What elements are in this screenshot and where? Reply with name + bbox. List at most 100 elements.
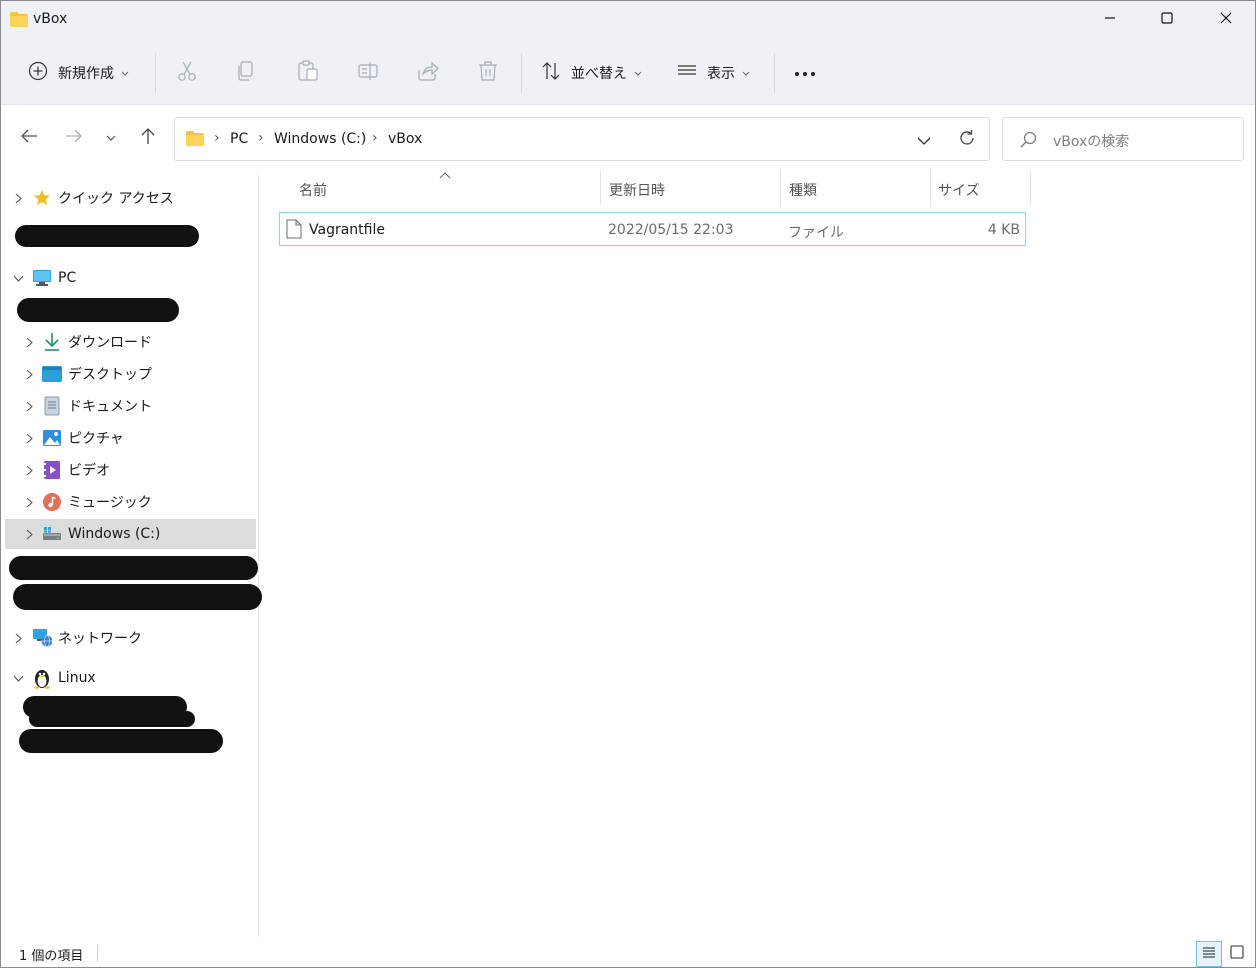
close-button[interactable] (1197, 1, 1255, 39)
breadcrumb-chevron-icon: › (258, 130, 264, 146)
column-header-label: サイズ (938, 183, 980, 199)
column-header-type[interactable]: 種類 (789, 171, 929, 205)
drive-icon (42, 524, 62, 544)
sort-icon (541, 61, 561, 85)
back-button[interactable] (17, 126, 41, 150)
arrow-left-icon (20, 129, 38, 147)
delete-button[interactable] (477, 53, 499, 93)
title-bar[interactable]: vBox (1, 1, 1255, 39)
column-divider[interactable] (780, 171, 781, 205)
column-header-label: 種類 (789, 183, 817, 199)
cut-button[interactable] (177, 53, 197, 93)
sidebar-item-label: ダウンロード (68, 335, 152, 351)
address-dropdown-icon[interactable] (917, 134, 931, 150)
network-icon (32, 628, 52, 648)
more-icon (794, 65, 818, 81)
up-button[interactable] (136, 126, 160, 150)
sidebar-item-label: ネットワーク (58, 631, 142, 647)
search-placeholder: vBoxの検索 (1053, 134, 1130, 150)
paste-button[interactable] (297, 53, 319, 93)
copy-icon (237, 60, 257, 86)
maximize-button[interactable] (1138, 1, 1196, 39)
sidebar-item-quick-access[interactable]: クイック アクセス (1, 183, 255, 213)
chevron-right-icon (23, 528, 35, 540)
breadcrumb-pc[interactable]: PC (230, 131, 248, 147)
item-count: 1 個の項目 (19, 949, 84, 964)
file-explorer-window: vBox 新規作成 並べ替え 表示 › PC › Windows (C:) › … (0, 0, 1256, 968)
redacted-mark (9, 556, 258, 580)
breadcrumb-vbox[interactable]: vBox (388, 131, 422, 147)
column-header-size[interactable]: サイズ (938, 171, 1028, 205)
rename-button[interactable] (357, 53, 379, 93)
pictures-icon (42, 428, 62, 448)
details-view-icon (1202, 946, 1216, 962)
column-header-label: 名前 (299, 183, 327, 199)
minimize-button[interactable] (1081, 1, 1139, 39)
sidebar-item-music[interactable]: ミュージック (1, 487, 255, 517)
sidebar-item-desktop[interactable]: デスクトップ (1, 359, 255, 389)
column-divider[interactable] (600, 171, 601, 205)
column-divider[interactable] (930, 171, 931, 205)
close-icon (1220, 12, 1232, 28)
clipboard-icon (297, 60, 319, 86)
refresh-icon[interactable] (958, 129, 976, 151)
status-divider (97, 945, 98, 961)
redacted-mark (29, 711, 195, 727)
address-bar[interactable]: › PC › Windows (C:) › vBox (174, 117, 990, 161)
copy-button[interactable] (237, 53, 257, 93)
redacted-mark (13, 584, 262, 610)
toolbar-divider (774, 53, 775, 93)
chevron-right-icon (12, 192, 24, 204)
sidebar-item-linux[interactable]: Linux (1, 663, 255, 693)
details-view-button[interactable] (1196, 941, 1222, 967)
large-icons-view-icon (1230, 945, 1244, 963)
chevron-down-icon (106, 130, 116, 146)
sidebar-item-videos[interactable]: ビデオ (1, 455, 255, 485)
breadcrumb-chevron-icon: › (372, 130, 378, 146)
redacted-mark (19, 729, 223, 753)
search-box[interactable]: vBoxの検索 (1002, 117, 1244, 161)
linux-penguin-icon (32, 668, 52, 689)
sort-button-label: 並べ替え (571, 66, 627, 82)
more-options-button[interactable] (794, 53, 818, 93)
list-view-icon (677, 61, 697, 85)
recent-locations-button[interactable] (99, 126, 123, 150)
column-header-name[interactable]: 名前 (299, 171, 599, 205)
table-row[interactable]: Vagrantfile 2022/05/15 22:03 ファイル 4 KB (279, 212, 1026, 246)
chevron-right-icon (23, 464, 35, 476)
sidebar-item-label: ミュージック (68, 495, 152, 511)
sidebar-item-pc[interactable]: PC (1, 263, 255, 293)
sidebar-item-downloads[interactable]: ダウンロード (1, 327, 255, 357)
computer-icon (32, 268, 52, 288)
sidebar-item-label: Linux (58, 670, 96, 686)
toolbar-divider (155, 53, 156, 93)
chevron-down-icon (12, 672, 24, 684)
column-header-date[interactable]: 更新日時 (609, 171, 779, 205)
download-icon (42, 332, 62, 352)
sidebar-item-label: ビデオ (68, 463, 110, 479)
folder-icon (10, 12, 28, 31)
music-icon (42, 492, 62, 512)
sort-button[interactable]: 並べ替え (541, 53, 642, 93)
chevron-down-icon (634, 65, 642, 81)
sidebar-item-network[interactable]: ネットワーク (1, 623, 255, 653)
share-button[interactable] (417, 53, 439, 93)
column-divider[interactable] (1030, 171, 1031, 205)
sidebar-item-documents[interactable]: ドキュメント (1, 391, 255, 421)
view-button[interactable]: 表示 (677, 53, 750, 93)
chevron-down-icon (742, 65, 750, 81)
sidebar-item-label: ピクチャ (68, 431, 124, 447)
sidebar-item-label: PC (58, 270, 77, 286)
new-button[interactable]: 新規作成 (28, 53, 129, 93)
desktop-icon (42, 364, 62, 384)
large-icons-view-button[interactable] (1224, 941, 1250, 967)
navigation-row: › PC › Windows (C:) › vBox vBoxの検索 (1, 106, 1255, 170)
sidebar-item-pictures[interactable]: ピクチャ (1, 423, 255, 453)
rename-icon (357, 60, 379, 86)
redacted-mark (17, 298, 179, 322)
breadcrumb-windows-c[interactable]: Windows (C:) (274, 131, 366, 147)
forward-button[interactable] (62, 126, 86, 150)
maximize-icon (1161, 12, 1173, 28)
trash-icon (477, 60, 499, 86)
sidebar-item-windows-c[interactable]: Windows (C:) (5, 519, 256, 549)
